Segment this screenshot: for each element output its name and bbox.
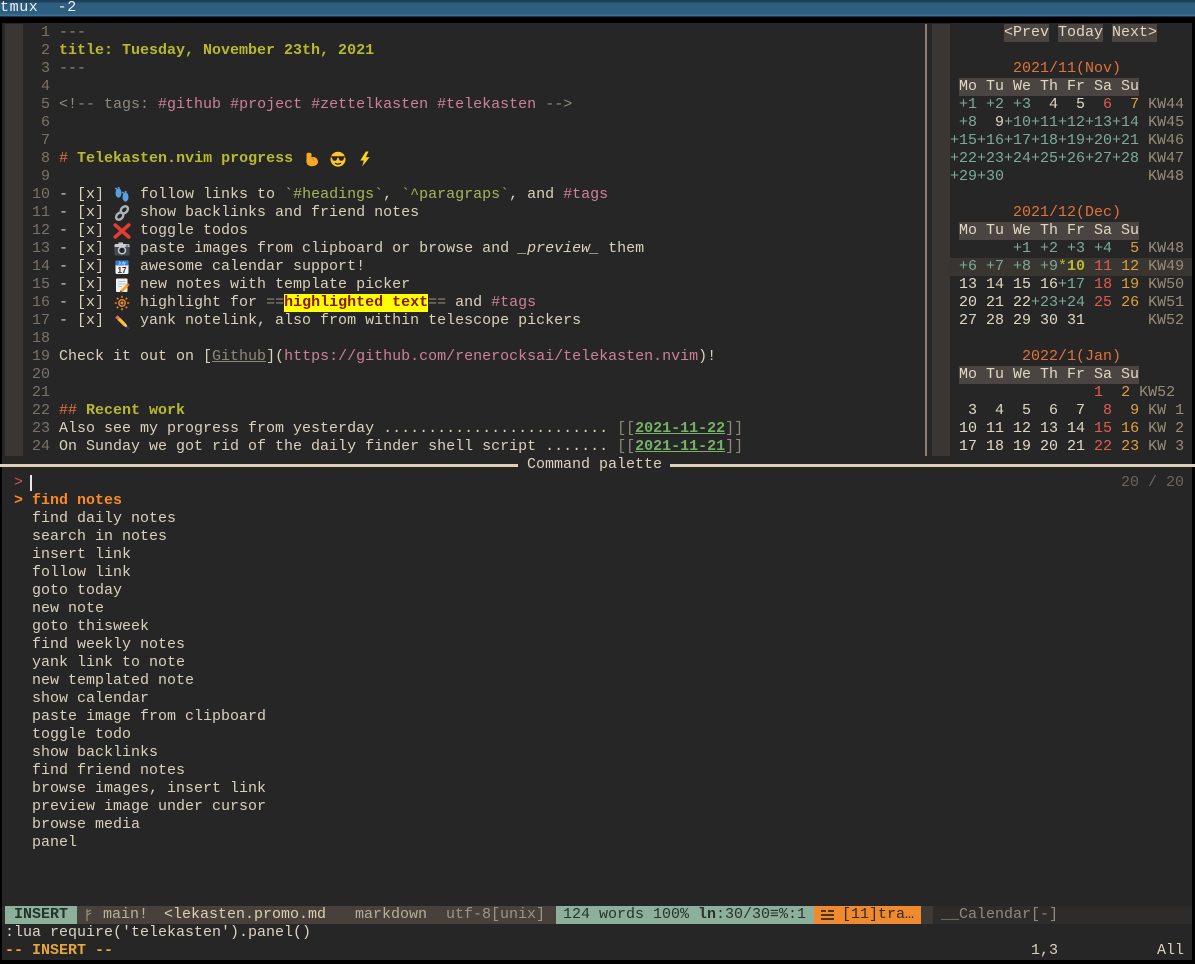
svg-text:17: 17 <box>118 266 127 275</box>
